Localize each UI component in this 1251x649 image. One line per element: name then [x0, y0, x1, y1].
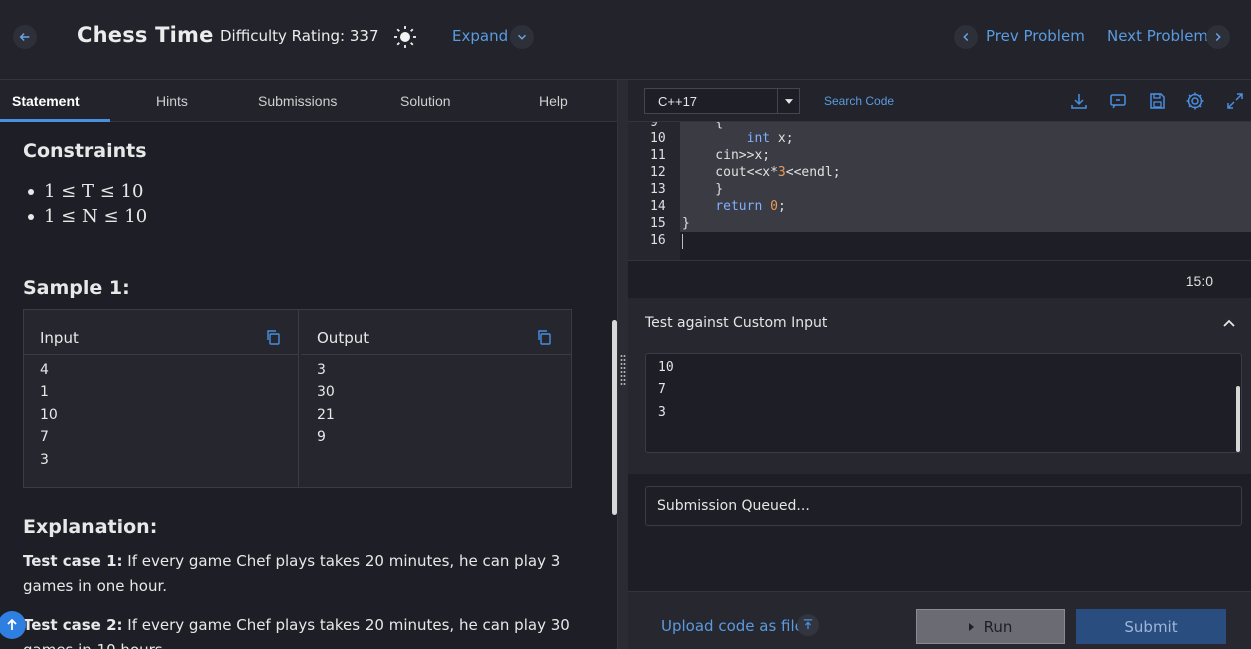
- settings-gear-icon[interactable]: [1185, 91, 1205, 111]
- explanation-paragraph: Test case 2: If every game Chef plays ta…: [23, 613, 573, 649]
- output-line: 21: [317, 407, 335, 423]
- theme-toggle-sun-icon[interactable]: [393, 25, 417, 49]
- chevron-right-icon[interactable]: [1206, 25, 1230, 49]
- prev-problem-link[interactable]: Prev Problem: [986, 27, 1085, 45]
- caret-down-icon[interactable]: [777, 89, 799, 113]
- code-line: cin>>x;: [684, 148, 771, 163]
- input-line: 1: [40, 384, 49, 400]
- custom-input-line: 3: [658, 405, 666, 420]
- top-bar: Chess Time Difficulty Rating: 337 Expand…: [0, 0, 1251, 80]
- explanation-heading: Explanation:: [23, 516, 158, 538]
- editor-status-bar: 15:0: [628, 260, 1251, 298]
- difficulty-rating: Difficulty Rating: 337: [220, 27, 379, 45]
- custom-input-line: 7: [658, 382, 666, 397]
- code-line: }: [684, 182, 724, 197]
- arrow-up-icon: [7, 618, 17, 630]
- output-line: 9: [317, 429, 326, 445]
- sample-divider: [298, 310, 299, 487]
- sample-table: Input 4 1 10 7 3 Output 3 30 21 9: [23, 309, 572, 488]
- sample-output-column: Output 3 30 21 9: [301, 310, 571, 487]
- line-number: 9: [650, 122, 658, 130]
- code-line: int x;: [746, 131, 794, 146]
- sample-output-header: Output: [301, 310, 571, 355]
- tab-submissions[interactable]: Submissions: [258, 93, 337, 109]
- sample-input-column: Input 4 1 10 7 3: [24, 310, 298, 487]
- tab-solution[interactable]: Solution: [400, 93, 451, 109]
- submit-button[interactable]: Submit: [1076, 609, 1226, 644]
- output-line: 30: [317, 384, 335, 400]
- custom-input-section: Test against Custom Input 10 7 3: [628, 298, 1251, 474]
- action-bar: Upload code as file Run Submit: [628, 591, 1251, 649]
- constraint-item: 1 ≤ T ≤ 10: [28, 181, 143, 202]
- line-number: 12: [650, 165, 666, 180]
- statement-panel: Constraints 1 ≤ T ≤ 10 1 ≤ N ≤ 10 Sample…: [0, 122, 617, 649]
- submission-status-text: Submission Queued...: [657, 498, 810, 514]
- drag-handle-icon[interactable]: [620, 354, 626, 386]
- input-label: Input: [40, 329, 79, 347]
- constraint-item: 1 ≤ N ≤ 10: [28, 206, 147, 227]
- custom-input-scrollbar[interactable]: [1236, 386, 1240, 452]
- problem-title: Chess Time: [77, 23, 214, 47]
- line-number: 15: [650, 216, 666, 231]
- run-button[interactable]: Run: [916, 609, 1065, 644]
- line-number: 10: [650, 131, 666, 146]
- code-line: }: [682, 216, 690, 231]
- sample-heading: Sample 1:: [23, 277, 130, 299]
- custom-input-line: 10: [658, 360, 674, 375]
- line-number: 16: [650, 233, 666, 248]
- fullscreen-icon[interactable]: [1225, 91, 1245, 111]
- upload-icon[interactable]: [797, 614, 819, 636]
- play-icon: [968, 622, 974, 631]
- output-label: Output: [317, 329, 370, 347]
- test-case-label: Test case 2:: [23, 616, 123, 634]
- cursor-position: 15:0: [1185, 273, 1213, 289]
- chevron-left-icon[interactable]: [954, 25, 978, 49]
- text-cursor: [682, 234, 683, 249]
- test-case-label: Test case 1:: [23, 552, 123, 570]
- custom-input-textarea[interactable]: 10 7 3: [645, 353, 1242, 453]
- code-editor[interactable]: 9 10 11 12 13 14 15 16 { int x; cin>>x; …: [628, 122, 1251, 260]
- tab-statement[interactable]: Statement: [12, 93, 80, 109]
- code-line: cout<<x*3<<endl;: [684, 165, 841, 180]
- line-number: 11: [650, 148, 666, 163]
- language-select[interactable]: C++17: [644, 88, 800, 114]
- copy-input-icon[interactable]: [265, 329, 281, 345]
- submission-status-box: Submission Queued...: [645, 486, 1242, 526]
- reset-code-icon[interactable]: [1108, 91, 1128, 111]
- download-icon[interactable]: [1069, 91, 1089, 111]
- sample-input-header: Input: [24, 310, 298, 355]
- copy-output-icon[interactable]: [536, 329, 552, 345]
- expand-link[interactable]: Expand: [452, 27, 508, 45]
- code-line: return 0;: [715, 199, 786, 214]
- chevron-down-icon[interactable]: [510, 25, 534, 49]
- line-number: 14: [650, 199, 666, 214]
- run-label: Run: [983, 617, 1013, 636]
- constraints-heading: Constraints: [23, 140, 147, 162]
- upload-code-link[interactable]: Upload code as file: [661, 617, 804, 635]
- language-value: C++17: [658, 94, 698, 109]
- custom-input-title[interactable]: Test against Custom Input: [645, 315, 827, 331]
- line-number: 13: [650, 182, 666, 197]
- editor-toolbar: C++17 Search Code: [628, 80, 1251, 122]
- input-line: 4: [40, 362, 49, 378]
- constraint-text: 1 ≤ N ≤ 10: [44, 206, 148, 227]
- tab-hints[interactable]: Hints: [156, 93, 188, 109]
- code-line: {: [684, 122, 724, 130]
- explanation-paragraph: Test case 1: If every game Chef plays ta…: [23, 549, 573, 599]
- search-code-link[interactable]: Search Code: [824, 94, 894, 108]
- tab-help[interactable]: Help: [539, 93, 568, 109]
- constraint-text: 1 ≤ T ≤ 10: [44, 181, 144, 202]
- input-line: 10: [40, 407, 58, 423]
- problem-tabs: Statement Hints Submissions Solution Hel…: [0, 80, 617, 122]
- input-line: 3: [40, 452, 49, 468]
- output-line: 3: [317, 362, 326, 378]
- back-arrow-icon[interactable]: [13, 25, 37, 49]
- chevron-up-icon[interactable]: [1222, 316, 1236, 330]
- next-problem-link[interactable]: Next Problem: [1107, 27, 1208, 45]
- input-line: 7: [40, 429, 49, 445]
- save-icon[interactable]: [1147, 91, 1167, 111]
